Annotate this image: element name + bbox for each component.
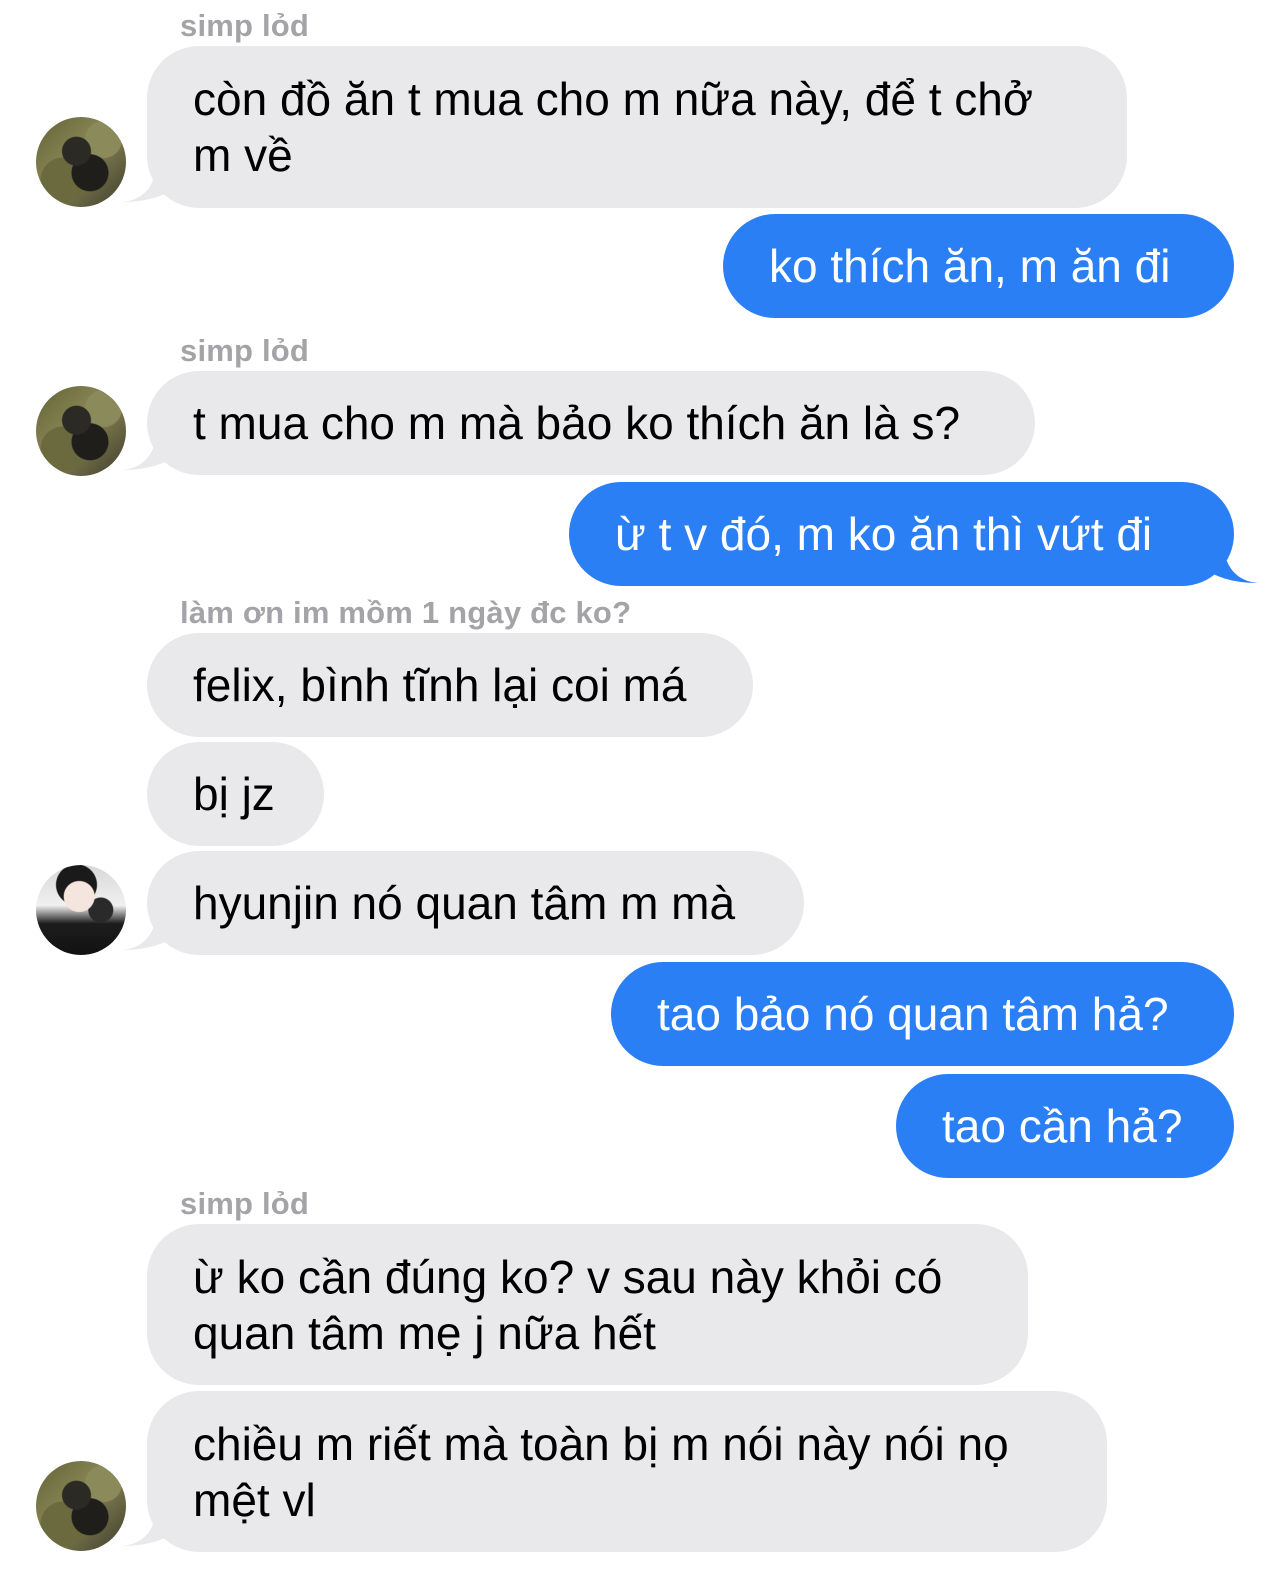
message-text: ừ ko cần đúng ko? v sau này khỏi có quan…: [193, 1251, 943, 1359]
outgoing-message[interactable]: tao bảo nó quan tâm hả?: [611, 962, 1234, 1066]
message-text: felix, bình tĩnh lại coi má: [193, 659, 687, 711]
outgoing-message[interactable]: tao cần hả?: [896, 1074, 1234, 1178]
outgoing-message[interactable]: ko thích ăn, m ăn đi: [723, 214, 1234, 318]
message-text: hyunjin nó quan tâm m mà: [193, 877, 736, 929]
felix-avatar[interactable]: [36, 865, 126, 955]
simp-lod-avatar[interactable]: [36, 117, 126, 207]
outgoing-message[interactable]: ừ t v đó, m ko ăn thì vứt đi: [569, 482, 1234, 586]
incoming-message[interactable]: hyunjin nó quan tâm m mà: [147, 851, 804, 955]
message-text: còn đồ ăn t mua cho m nữa này, để t chở …: [193, 73, 1034, 181]
message-text: tao bảo nó quan tâm hả?: [657, 988, 1169, 1040]
incoming-bubble-tail: [122, 1508, 180, 1546]
message-text: chiều m riết mà toàn bị m nói này nói nọ…: [193, 1418, 1009, 1526]
simp-lod-avatar[interactable]: [36, 1461, 126, 1551]
incoming-message[interactable]: ừ ko cần đúng ko? v sau này khỏi có quan…: [147, 1224, 1028, 1385]
sender-name: simp lỏd: [180, 8, 310, 43]
message-text: bị jz: [193, 768, 275, 820]
incoming-message[interactable]: bị jz: [147, 742, 324, 846]
message-text: ko thích ăn, m ăn đi: [769, 240, 1171, 292]
simp-lod-avatar[interactable]: [36, 386, 126, 476]
incoming-bubble-tail: [122, 164, 180, 202]
sender-name: simp lỏd: [180, 1186, 310, 1221]
incoming-bubble-tail: [122, 432, 180, 470]
incoming-message[interactable]: còn đồ ăn t mua cho m nữa này, để t chở …: [147, 46, 1127, 208]
message-text: ừ t v đó, m ko ăn thì vứt đi: [615, 508, 1153, 560]
sender-name: simp lỏd: [180, 333, 310, 368]
message-text: t mua cho m mà bảo ko thích ăn là s?: [193, 397, 961, 449]
incoming-message[interactable]: felix, bình tĩnh lại coi má: [147, 633, 753, 737]
incoming-bubble-tail: [122, 912, 180, 950]
message-text: tao cần hả?: [942, 1100, 1183, 1152]
sender-name: làm ơn im mồm 1 ngày đc ko?: [180, 595, 632, 630]
incoming-message[interactable]: chiều m riết mà toàn bị m nói này nói nọ…: [147, 1391, 1107, 1552]
incoming-message[interactable]: t mua cho m mà bảo ko thích ăn là s?: [147, 371, 1035, 475]
outgoing-bubble-tail: [1200, 543, 1258, 583]
